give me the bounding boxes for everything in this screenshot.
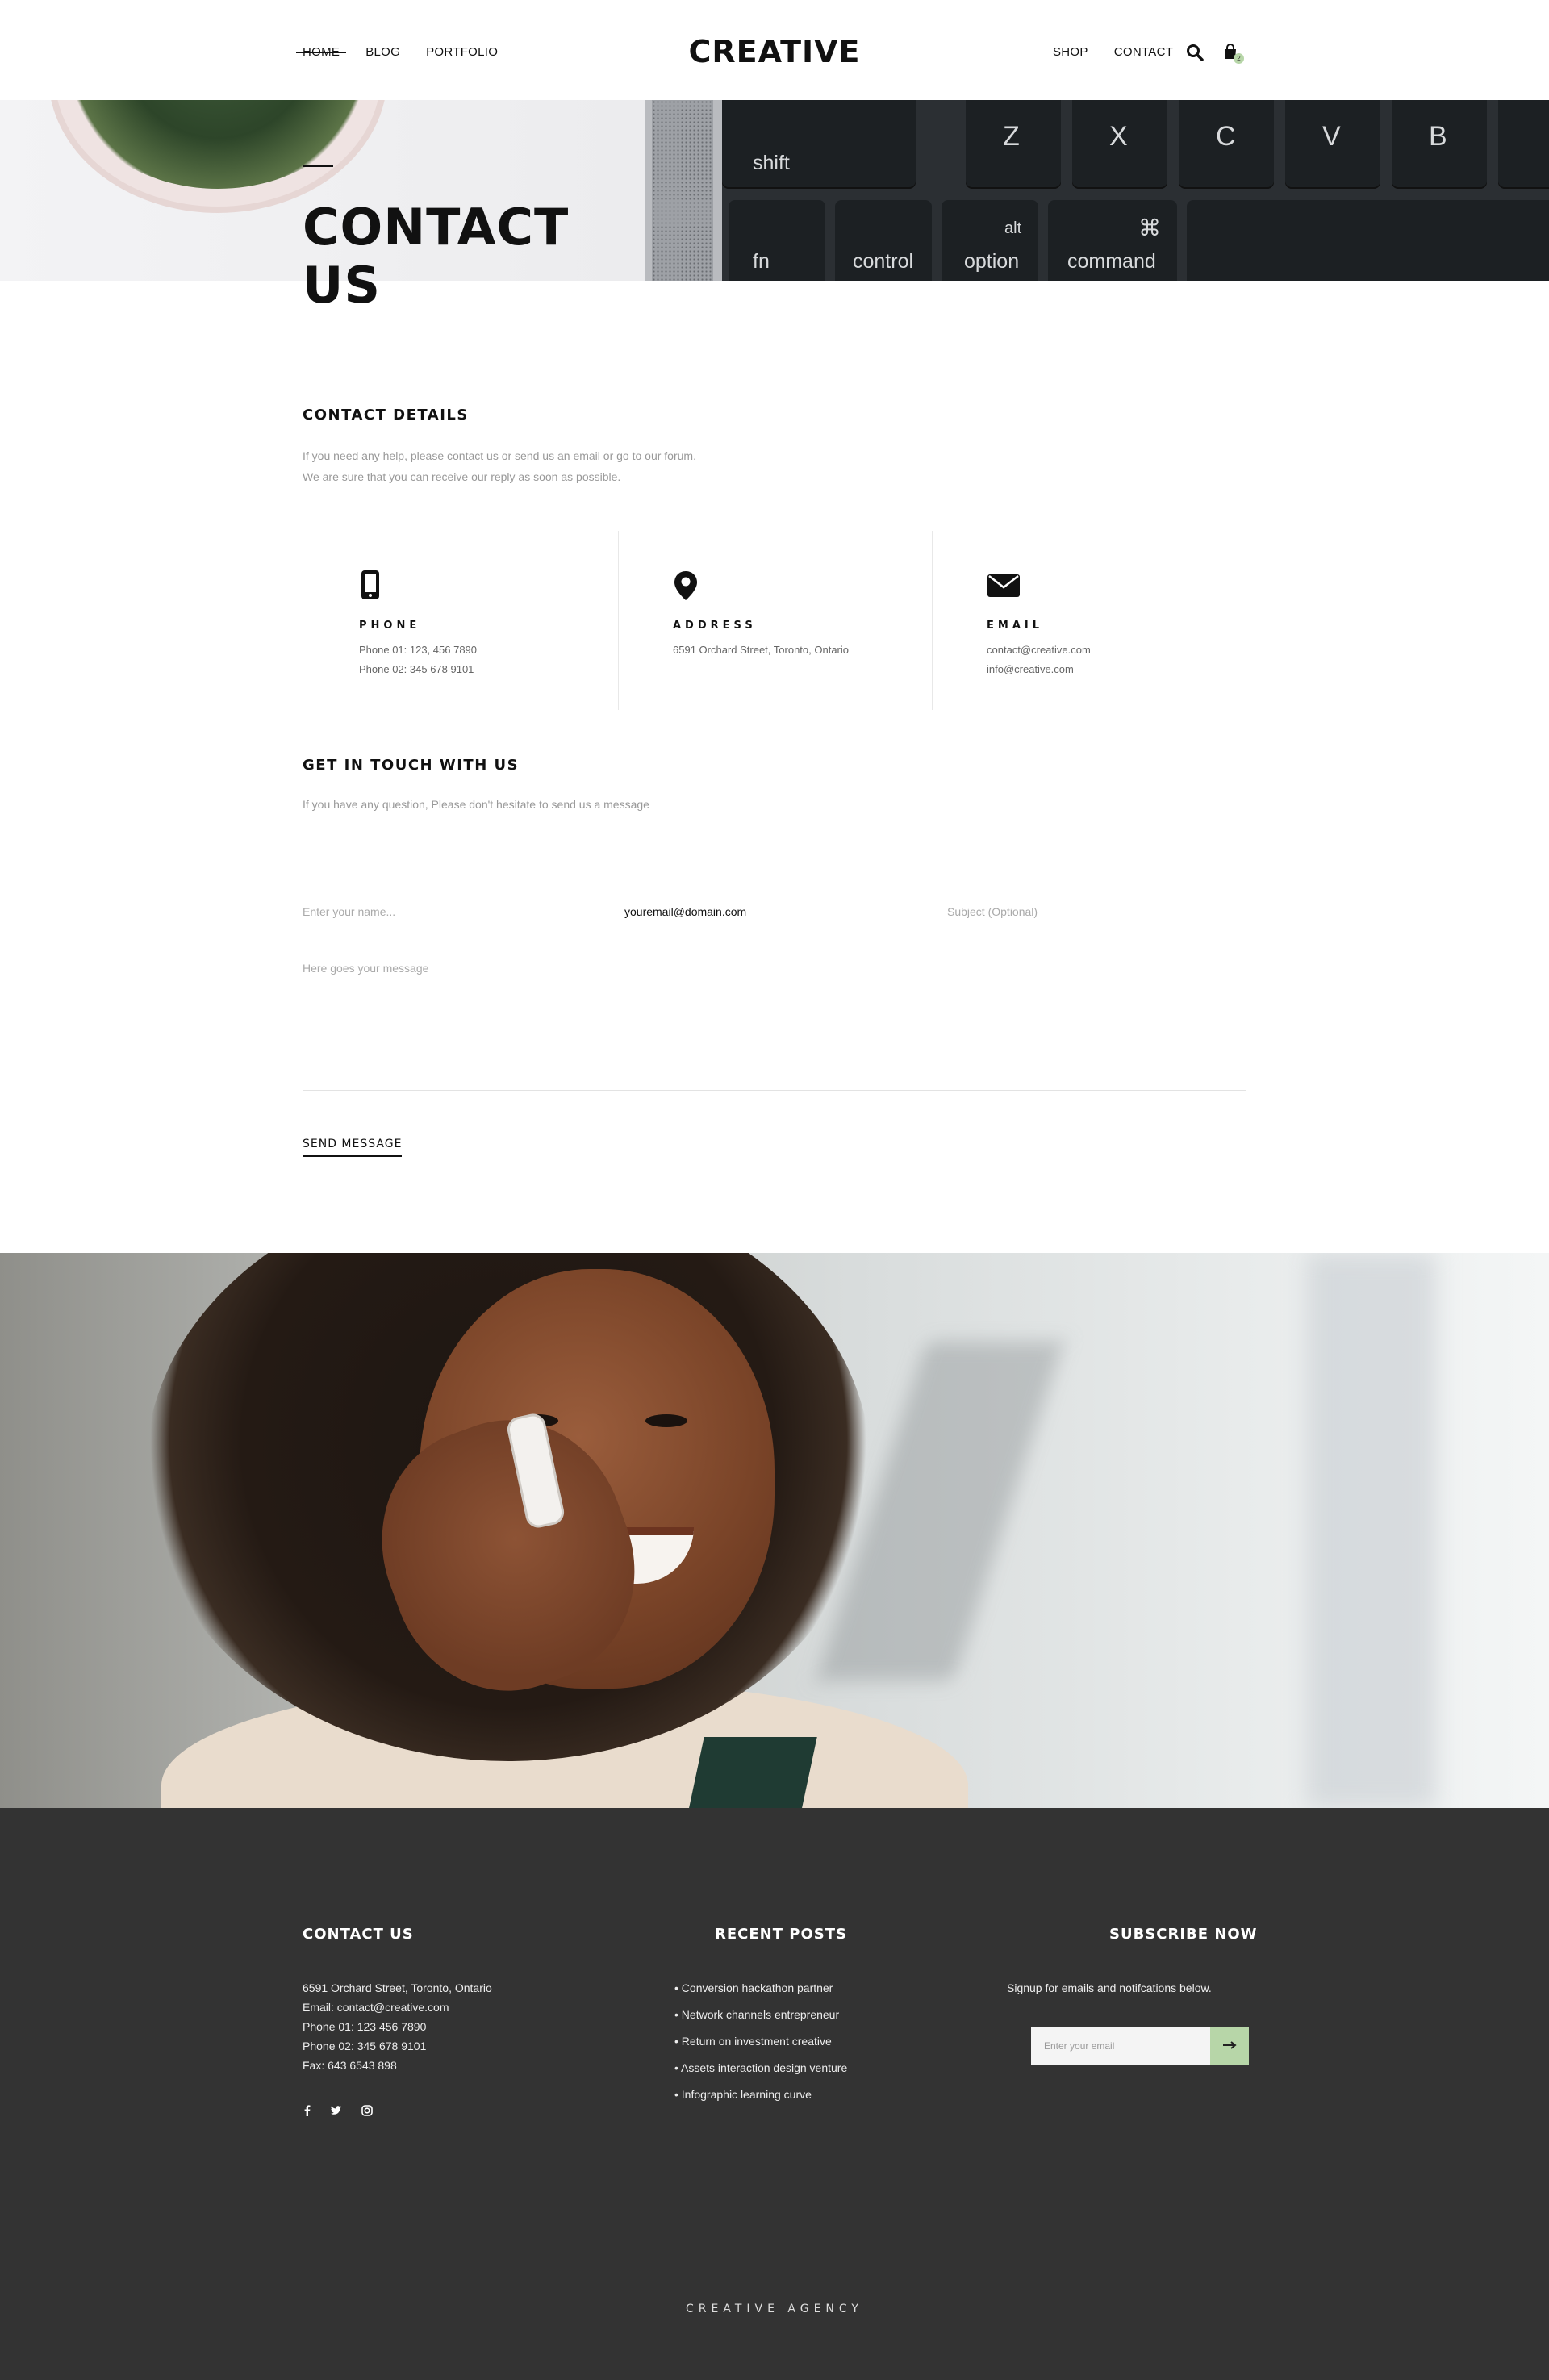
contact-card-label: ADDRESS <box>673 620 757 632</box>
primary-nav-right: SHOP CONTACT <box>1053 45 1173 59</box>
cart-count-badge: 2 <box>1234 53 1244 64</box>
nav-home-link[interactable]: HOME <box>295 45 347 59</box>
subject-field-wrapper <box>947 892 1246 929</box>
key-space <box>1187 200 1549 281</box>
contact-card-phone: PHONE Phone 01: 123, 456 7890 Phone 02: … <box>303 531 617 710</box>
map-pin-icon <box>673 570 697 600</box>
contact-card-line: Phone 02: 345 678 9101 <box>359 663 474 675</box>
footer-recent-posts-heading: RECENT POSTS <box>715 1926 847 1943</box>
key-shift: shift <box>722 100 916 189</box>
contact-details-desc-line2: We are sure that you can receive our rep… <box>303 470 621 483</box>
shopping-bag-icon[interactable]: 2 <box>1222 44 1244 64</box>
key-option-label: option <box>964 250 1020 273</box>
nav-contact-link[interactable]: CONTACT <box>1114 45 1173 59</box>
key-control-label: control <box>853 250 914 273</box>
contact-details-desc-line1: If you need any help, please contact us … <box>303 449 696 462</box>
site-footer: CONTACT US 6591 Orchard Street, Toronto,… <box>0 1808 1549 2380</box>
key-z-label: Z <box>1003 121 1020 152</box>
key-b-label: B <box>1429 121 1447 152</box>
footer-contact-line: 6591 Orchard Street, Toronto, Ontario <box>303 1981 492 1994</box>
hero-title-accent-line <box>303 165 333 167</box>
footer-post-link[interactable]: • Assets interaction design venture <box>674 2061 847 2074</box>
footer-post-link[interactable]: • Infographic learning curve <box>674 2088 812 2101</box>
contact-card-line: 6591 Orchard Street, Toronto, Ontario <box>673 644 849 656</box>
key-command: ⌘ command <box>1048 200 1177 281</box>
contact-card-address: ADDRESS 6591 Orchard Street, Toronto, On… <box>616 531 931 710</box>
subscribe-form <box>1031 2027 1249 2065</box>
footer-post-link[interactable]: • Return on investment creative <box>674 2035 832 2048</box>
primary-nav-left: HOME BLOG PORTFOLIO <box>295 45 498 59</box>
site-header: HOME BLOG PORTFOLIO CREATIVE SHOP CONTAC… <box>0 0 1549 100</box>
email-input[interactable] <box>624 896 924 928</box>
footer-contact-line: Phone 01: 123 456 7890 <box>303 2020 427 2033</box>
facebook-icon[interactable] <box>301 2104 314 2117</box>
footer-contact-heading: CONTACT US <box>303 1926 414 1943</box>
name-field-wrapper <box>303 892 601 929</box>
laptop-speaker-grille <box>652 100 713 281</box>
arrow-right-icon <box>1222 2040 1237 2052</box>
key-z: Z <box>966 100 1061 189</box>
send-message-button[interactable]: SEND MESSAGE <box>303 1138 403 1157</box>
footer-subscribe-heading: SUBSCRIBE NOW <box>1109 1926 1258 1943</box>
subscribe-submit-button[interactable] <box>1210 2027 1249 2065</box>
envelope-icon <box>987 570 1020 599</box>
photo-eye <box>645 1414 687 1427</box>
get-in-touch-desc: If you have any question, Please don't h… <box>303 798 649 811</box>
key-v-label: V <box>1322 121 1341 152</box>
hero-banner: shift Z X C V B fn control alt option ⌘ co… <box>0 100 1549 281</box>
nav-shop-link[interactable]: SHOP <box>1053 45 1088 59</box>
key-fn: fn <box>729 200 825 281</box>
search-icon[interactable] <box>1186 44 1204 61</box>
key-control: control <box>835 200 932 281</box>
subject-input[interactable] <box>947 896 1246 928</box>
twitter-icon[interactable] <box>329 2104 342 2117</box>
get-in-touch-heading: GET IN TOUCH WITH US <box>303 757 520 774</box>
footer-copyright: CREATIVE AGENCY <box>686 2303 863 2315</box>
contact-details-heading: CONTACT DETAILS <box>303 407 469 424</box>
laptop-keyboard-image: shift Z X C V B fn control alt option ⌘ co… <box>722 100 1549 281</box>
key-v: V <box>1285 100 1380 189</box>
subscribe-email-input[interactable] <box>1031 2027 1212 2065</box>
key-option: alt option <box>942 200 1038 281</box>
contact-card-email: EMAIL contact@creative.com info@creative… <box>930 531 1245 710</box>
footer-contact-line: Phone 02: 345 678 9101 <box>303 2040 427 2052</box>
name-input[interactable] <box>303 896 601 928</box>
instagram-icon[interactable] <box>361 2104 374 2117</box>
page-title-line1: CONTACT <box>303 198 570 257</box>
message-field-wrapper <box>303 952 1246 1091</box>
footer-contact-line: Fax: 643 6543 898 <box>303 2059 397 2072</box>
contact-card-label: EMAIL <box>987 620 1043 632</box>
photo-background-blur <box>1307 1253 1436 1808</box>
footer-post-link[interactable]: • Network channels entrepreneur <box>674 2008 839 2021</box>
key-x-label: X <box>1109 121 1128 152</box>
command-symbol-icon: ⌘ <box>1138 215 1161 240</box>
contact-card-line: Phone 01: 123, 456 7890 <box>359 644 478 656</box>
message-textarea[interactable] <box>303 952 1246 1081</box>
footer-contact-line: Email: contact@creative.com <box>303 2001 449 2014</box>
footer-subscribe-desc: Signup for emails and notifcations below… <box>1007 1981 1212 1994</box>
phone-icon <box>359 570 382 599</box>
contact-card-label: PHONE <box>359 620 421 632</box>
key-c: C <box>1179 100 1274 189</box>
nav-blog-link[interactable]: BLOG <box>365 45 400 59</box>
woman-on-phone-photo <box>0 1253 1549 1808</box>
key-c-label: C <box>1216 121 1236 152</box>
page-title: CONTACT US <box>303 198 625 315</box>
key-x: X <box>1072 100 1167 189</box>
key-n <box>1498 100 1549 189</box>
email-field-wrapper <box>624 892 924 929</box>
footer-post-link[interactable]: • Conversion hackathon partner <box>674 1981 833 1994</box>
page-title-line2: US <box>303 256 381 315</box>
key-alt-label: alt <box>1004 219 1022 237</box>
key-shift-label: shift <box>753 152 790 174</box>
key-fn-label: fn <box>753 250 770 273</box>
photo-top <box>683 1737 817 1808</box>
key-command-label: command <box>1067 250 1156 273</box>
key-b: B <box>1392 100 1487 189</box>
contact-card-line: contact@creative.com <box>987 644 1091 656</box>
site-logo[interactable]: CREATIVE <box>689 34 861 69</box>
nav-portfolio-link[interactable]: PORTFOLIO <box>426 45 498 59</box>
contact-card-line: info@creative.com <box>987 663 1074 675</box>
